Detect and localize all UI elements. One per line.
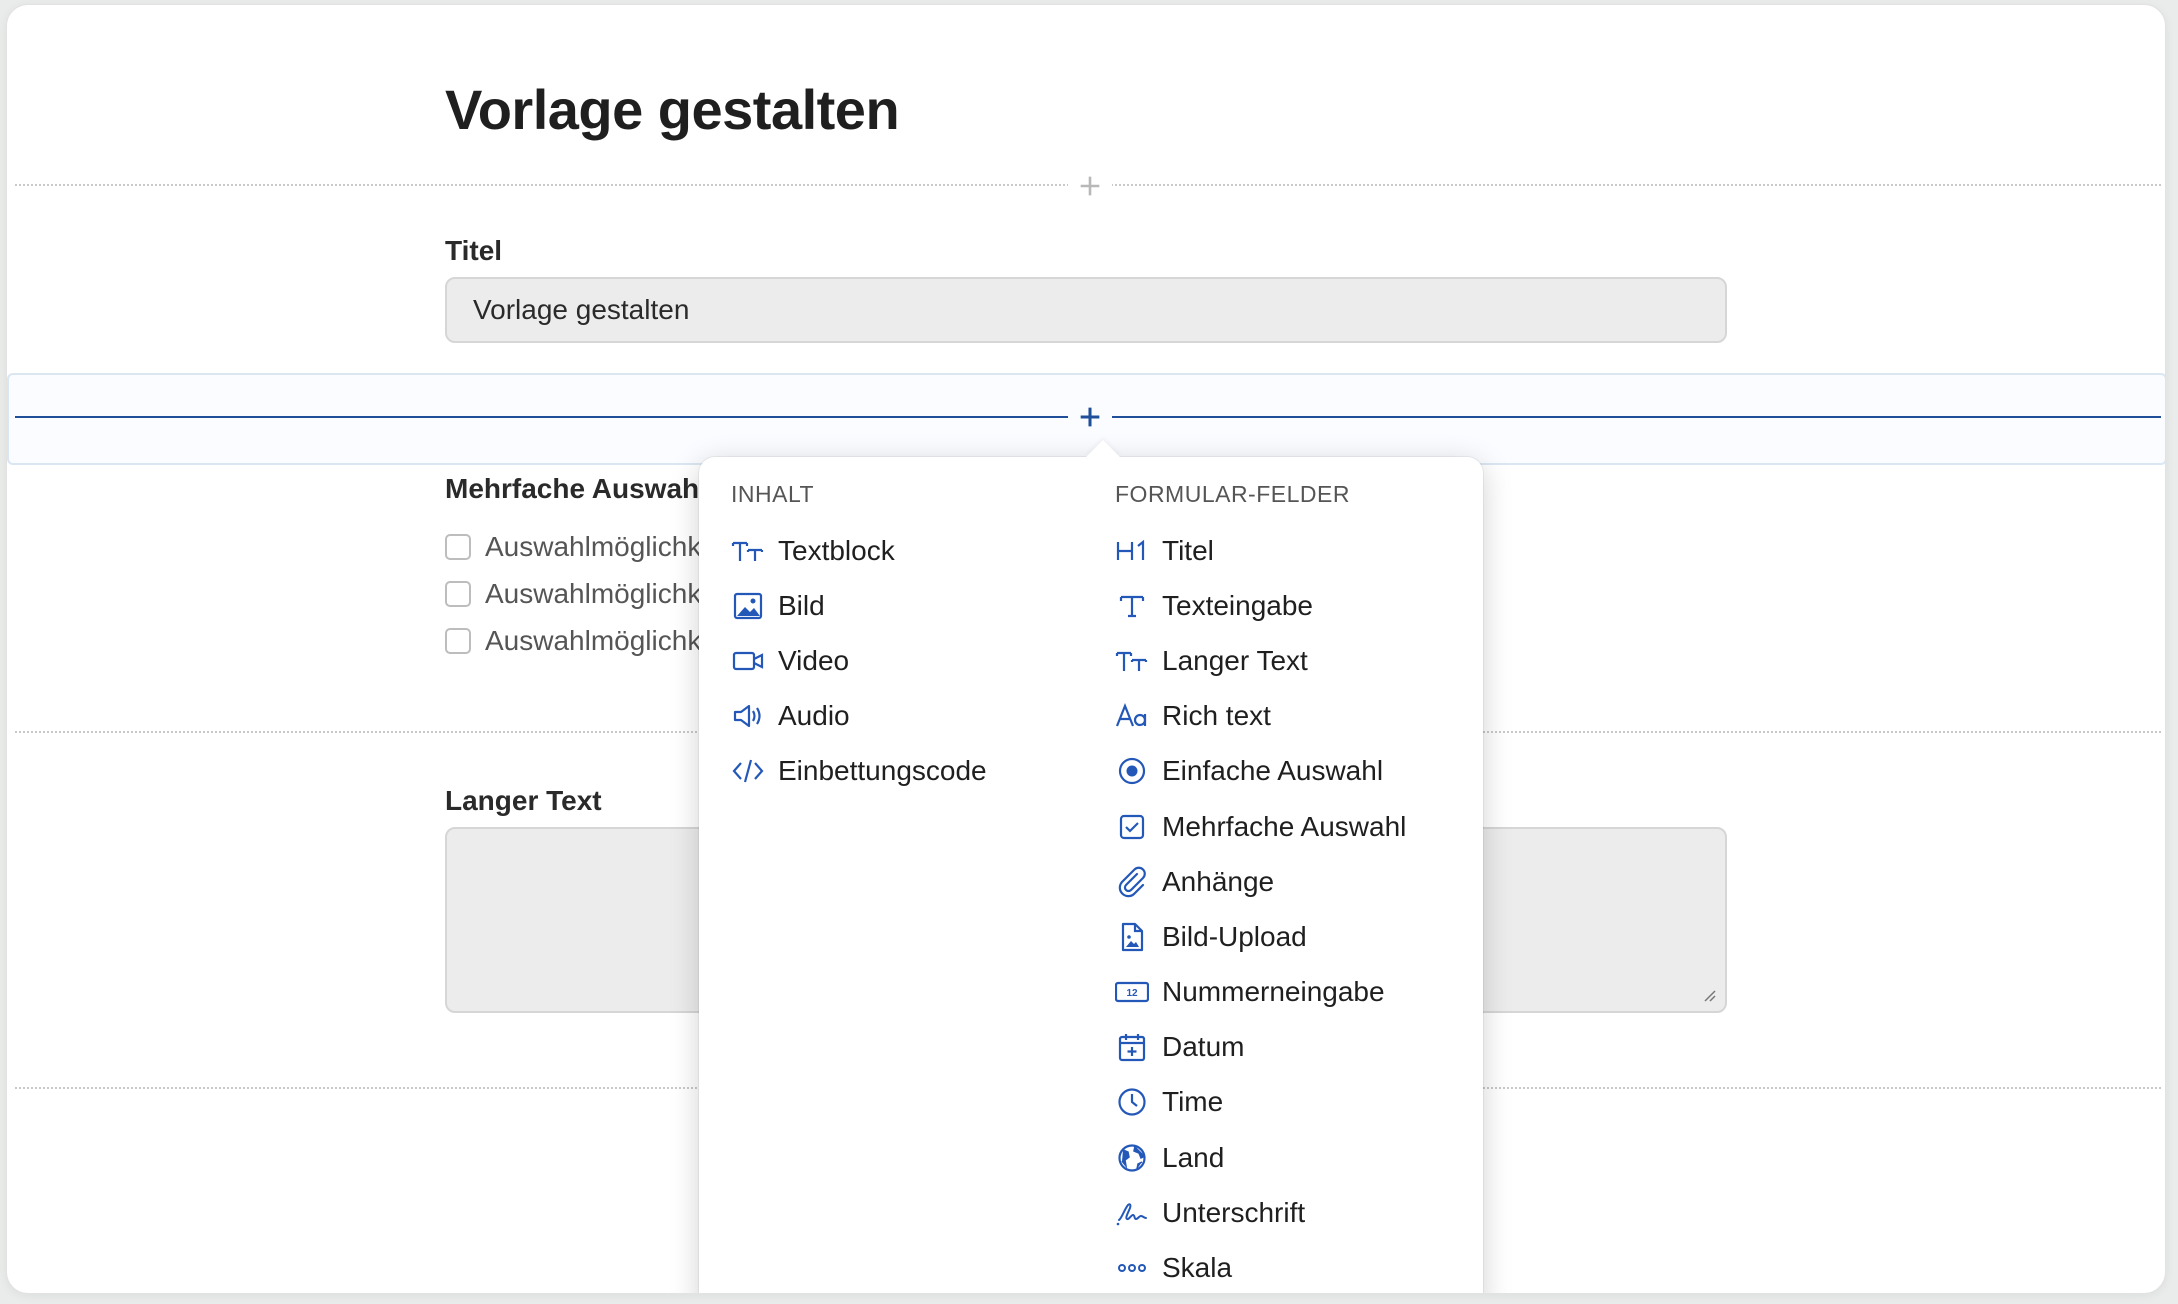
editor-window: Vorlage gestalten Titel Vorlage gestalte… xyxy=(6,4,2166,1294)
checkbox[interactable] xyxy=(445,581,471,607)
plus-icon xyxy=(1080,407,1100,427)
code-icon xyxy=(731,754,769,788)
font-icon xyxy=(1115,699,1153,733)
menu-item-label: Land xyxy=(1162,1141,1225,1173)
heading-icon xyxy=(1115,534,1153,568)
menu-item-unterschrift[interactable]: Unterschrift xyxy=(1115,1185,1406,1240)
menu-item-time[interactable]: Time xyxy=(1115,1075,1406,1130)
scale-icon xyxy=(1115,1251,1153,1285)
menu-item-label: Bild-Upload xyxy=(1162,920,1307,952)
menu-item-anhaenge[interactable]: Anhänge xyxy=(1115,854,1406,909)
menu-item-label: Anhänge xyxy=(1162,865,1275,897)
menu-item-label: Audio xyxy=(778,700,850,732)
menu-item-label: Rich text xyxy=(1162,700,1271,732)
menu-item-bild-upload[interactable]: Bild-Upload xyxy=(1115,909,1406,964)
menu-item-bild[interactable]: Bild xyxy=(731,578,987,633)
title-input[interactable]: Vorlage gestalten xyxy=(445,277,1727,343)
checkbox[interactable] xyxy=(445,628,471,654)
text-size-icon xyxy=(731,534,769,568)
long-text-label: Langer Text xyxy=(445,785,602,816)
checkbox-icon xyxy=(1115,810,1153,844)
menu-item-einbettungscode[interactable]: Einbettungscode xyxy=(731,744,987,799)
menu-item-label: Einbettungscode xyxy=(778,755,987,787)
menu-item-einfache-auswahl[interactable]: Einfache Auswahl xyxy=(1115,744,1406,799)
text-size-icon xyxy=(1115,644,1153,678)
menu-item-label: Einfache Auswahl xyxy=(1162,755,1384,787)
menu-item-audio[interactable]: Audio xyxy=(731,689,987,744)
menu-item-label: Bild xyxy=(778,589,825,621)
menu-item-mehrfache-auswahl[interactable]: Mehrfache Auswahl xyxy=(1115,799,1406,854)
menu-item-label: Video xyxy=(778,644,850,676)
menu-item-label: Titel xyxy=(1162,534,1214,566)
add-block-button-active[interactable] xyxy=(1068,395,1112,439)
image-file-icon xyxy=(1115,920,1153,954)
text-icon xyxy=(1115,589,1153,623)
menu-item-textblock[interactable]: Textblock xyxy=(731,523,987,578)
menu-item-label: Datum xyxy=(1162,1031,1245,1063)
menu-item-label: Nummerneingabe xyxy=(1162,976,1385,1008)
multi-choice-label: Mehrfache Auswahl xyxy=(445,473,707,504)
menu-item-langer-text[interactable]: Langer Text xyxy=(1115,633,1406,688)
speaker-icon xyxy=(731,699,769,733)
page-title: Vorlage gestalten xyxy=(445,78,900,141)
add-block-button[interactable] xyxy=(1068,164,1112,208)
form-fields-column: FORMULAR-FELDER Titel Texteingabe Langer… xyxy=(1115,481,1406,1293)
signature-icon xyxy=(1115,1196,1153,1230)
resize-handle-icon[interactable] xyxy=(1701,987,1717,1003)
checkbox[interactable] xyxy=(445,534,471,560)
form-fields-heading: FORMULAR-FELDER xyxy=(1115,481,1350,507)
menu-item-label: Langer Text xyxy=(1162,644,1308,676)
menu-item-datum[interactable]: Datum xyxy=(1115,1020,1406,1075)
menu-item-video[interactable]: Video xyxy=(731,633,987,688)
image-icon xyxy=(731,589,769,623)
menu-item-label: Textblock xyxy=(778,534,895,566)
insert-block-menu: INHALT Textblock Bild Video Audio Einbet… xyxy=(699,440,1483,1293)
globe-icon xyxy=(1115,1141,1153,1175)
content-heading: INHALT xyxy=(731,481,815,507)
radio-icon xyxy=(1115,754,1153,788)
svg-text:12: 12 xyxy=(1126,988,1138,999)
calendar-icon xyxy=(1115,1030,1153,1064)
menu-item-label: Skala xyxy=(1162,1252,1233,1284)
menu-item-rich-text[interactable]: Rich text xyxy=(1115,689,1406,744)
menu-item-nummerneingabe[interactable]: 12 Nummerneingabe xyxy=(1115,965,1406,1020)
plus-icon xyxy=(1080,176,1100,196)
menu-item-label: Mehrfache Auswahl xyxy=(1162,810,1407,842)
menu-item-label: Texteingabe xyxy=(1162,589,1314,621)
number-icon: 12 xyxy=(1115,975,1153,1009)
menu-item-skala[interactable]: Skala xyxy=(1115,1240,1406,1293)
menu-item-texteingabe[interactable]: Texteingabe xyxy=(1115,578,1406,633)
menu-item-land[interactable]: Land xyxy=(1115,1130,1406,1185)
content-column: INHALT Textblock Bild Video Audio Einbet… xyxy=(731,481,987,799)
video-icon xyxy=(731,644,769,678)
menu-item-titel[interactable]: Titel xyxy=(1115,523,1406,578)
menu-item-label: Time xyxy=(1162,1086,1224,1118)
menu-item-label: Unterschrift xyxy=(1162,1196,1306,1228)
clock-icon xyxy=(1115,1085,1153,1119)
title-field-label: Titel xyxy=(445,235,503,266)
paperclip-icon xyxy=(1115,865,1153,899)
